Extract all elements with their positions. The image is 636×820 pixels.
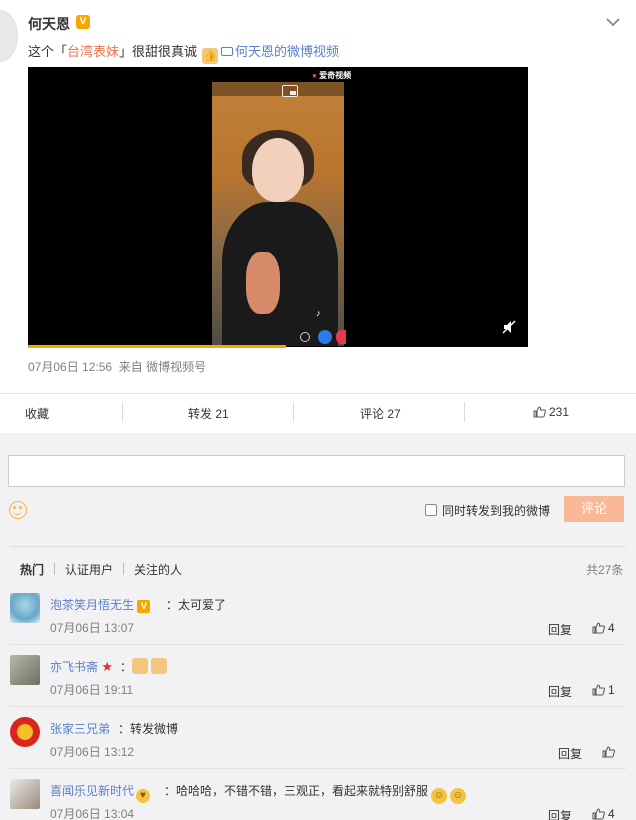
comment-text: ：哈哈哈，不错不错，三观正，看起来就特别舒服 ☺ ☺ <box>164 782 467 804</box>
tab-following[interactable]: 关注的人 <box>134 561 182 578</box>
commenter-name[interactable]: 泡茶笑月悟无生 V <box>50 596 151 613</box>
like-count: 231 <box>549 405 570 419</box>
post-time: 07月06日 12:56 <box>28 360 113 374</box>
divider <box>10 644 626 645</box>
comment-time: 07月06日 19:11 <box>50 683 134 697</box>
tiktok-logo-icon: ♪ <box>316 308 321 318</box>
divider <box>10 546 626 547</box>
video-link[interactable]: 何天恩的微博视频 <box>221 44 339 59</box>
author-name[interactable]: 何天恩 <box>28 14 70 34</box>
verified-badge-icon: V <box>137 600 151 613</box>
repost-checkbox[interactable] <box>425 504 437 516</box>
repost-button[interactable]: 转发 21 <box>188 405 229 422</box>
comment-like-button[interactable]: 1 <box>592 683 615 697</box>
topic-tag-link[interactable]: 台湾表妹 <box>67 44 119 59</box>
avatar[interactable] <box>10 779 40 809</box>
reply-button[interactable]: 回复 <box>548 807 572 820</box>
comment-time: 07月06日 13:07 <box>50 621 135 635</box>
divider <box>293 402 294 422</box>
post-text-prefix: 这个「 <box>28 44 68 59</box>
avatar[interactable] <box>10 593 40 623</box>
commenter-name-label: 亦飞书斋 <box>50 660 99 674</box>
comment-button[interactable]: 评论 27 <box>360 405 401 422</box>
thumbs-up-emoji-icon <box>151 658 168 674</box>
thumbs-up-icon <box>533 406 546 418</box>
commenter-name[interactable]: 张家三兄弟 <box>50 720 110 737</box>
verified-badge-icon: V <box>76 15 90 29</box>
submit-comment-button[interactable]: 评论 <box>564 496 624 522</box>
divider <box>10 768 626 769</box>
mute-icon[interactable] <box>502 320 516 337</box>
thumbs-up-icon <box>592 622 605 634</box>
smile-emoji-icon: ☺ <box>431 788 448 804</box>
comment-like-count: 1 <box>608 683 615 697</box>
divider <box>464 402 465 422</box>
comment-like-button[interactable]: 4 <box>592 807 615 820</box>
mini-like-icon <box>318 330 332 344</box>
commenter-name-label: 喜闻乐见新时代 <box>50 784 135 798</box>
divider <box>122 402 123 422</box>
video-link-label: 何天恩的微博视频 <box>235 44 340 59</box>
thumbs-up-icon <box>602 746 615 758</box>
mini-heart-icon <box>336 330 346 344</box>
chevron-down-icon[interactable] <box>606 14 620 30</box>
comment-input[interactable] <box>8 455 625 487</box>
video-frame <box>212 82 344 346</box>
tab-hot[interactable]: 热门 <box>20 561 44 578</box>
heart-eyes-emoji-icon: ♥ <box>136 789 151 803</box>
thumbs-up-icon <box>592 684 605 696</box>
thumbs-up-icon <box>592 808 605 820</box>
comment-text-label: ：哈哈哈，不错不错，三观正，看起来就特别舒服 <box>164 784 429 798</box>
comment-like-count: 4 <box>608 621 615 635</box>
reply-button[interactable]: 回复 <box>548 683 572 700</box>
video-watermark-label: 爱奇视频 <box>319 71 352 80</box>
comment-text: ：转发微博 <box>118 722 179 736</box>
comment-text: ：太可爱了 <box>166 598 227 612</box>
like-button[interactable]: 231 <box>533 405 569 419</box>
commenter-name-label: 泡茶笑月悟无生 <box>50 598 135 612</box>
comment-text-label: ： <box>120 660 133 674</box>
tab-verified-users[interactable]: 认证用户 <box>65 561 113 578</box>
comment-like-button[interactable]: 4 <box>592 621 615 635</box>
divider <box>123 563 124 575</box>
favorite-button[interactable]: 收藏 <box>25 405 49 422</box>
mini-smile-icon <box>300 332 310 342</box>
smile-emoji-icon: ☺ <box>450 788 467 804</box>
comment-like-button[interactable] <box>602 745 618 759</box>
post-text: 这个「台湾表妹」很甜很真诚 👍 何天恩的微博视频 <box>28 41 339 64</box>
reply-button[interactable]: 回复 <box>558 745 582 762</box>
avatar[interactable] <box>10 717 40 747</box>
divider <box>10 706 626 707</box>
avatar[interactable] <box>10 655 40 685</box>
post-meta: 07月06日 12:56 来自 微博视频号 <box>28 358 206 375</box>
comment-total: 共27条 <box>586 563 624 577</box>
post-source[interactable]: 来自 微博视频号 <box>119 360 206 374</box>
thumbs-up-emoji-icon: 👍 <box>202 48 219 64</box>
comment-time: 07月06日 13:04 <box>50 807 135 820</box>
video-progress-bar[interactable] <box>28 345 286 348</box>
ok-hand-emoji-icon <box>132 658 149 674</box>
divider <box>54 563 55 575</box>
commenter-name[interactable]: 喜闻乐见新时代 ♥ <box>50 782 151 803</box>
comment-like-count: 4 <box>608 807 615 820</box>
picture-in-picture-icon[interactable] <box>282 85 298 97</box>
author-avatar[interactable] <box>0 10 18 62</box>
reply-button[interactable]: 回复 <box>548 621 572 638</box>
divider <box>0 393 636 394</box>
post-text-mid: 」很甜很真诚 <box>119 44 198 59</box>
repost-option-label[interactable]: 同时转发到我的微博 <box>442 502 550 519</box>
video-watermark: ● 爱奇视频 <box>312 71 352 80</box>
comment-text: ： <box>120 658 170 675</box>
video-camera-icon <box>221 47 234 56</box>
commenter-name[interactable]: 亦飞书斋 ★ <box>50 658 113 675</box>
comment-time: 07月06日 13:12 <box>50 745 135 759</box>
emoji-picker-icon[interactable] <box>9 501 27 519</box>
star-badge-icon: ★ <box>101 659 114 674</box>
